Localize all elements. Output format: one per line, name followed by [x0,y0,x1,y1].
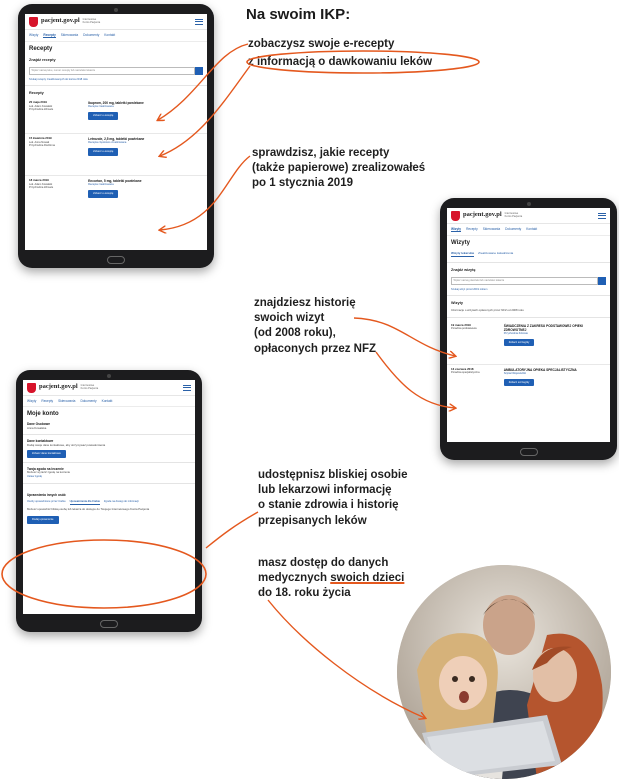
connector-overlay [1,43,480,782]
connector-arrow [375,351,455,408]
connector-arrow [160,155,251,230]
connector-arrow [353,317,455,356]
highlight-loop [1,539,207,609]
connector-arrow [158,43,249,120]
highlight-loop [246,50,480,74]
connector-arrow [160,65,251,156]
connector-arrow [205,511,259,549]
connector-arrow [267,599,425,718]
